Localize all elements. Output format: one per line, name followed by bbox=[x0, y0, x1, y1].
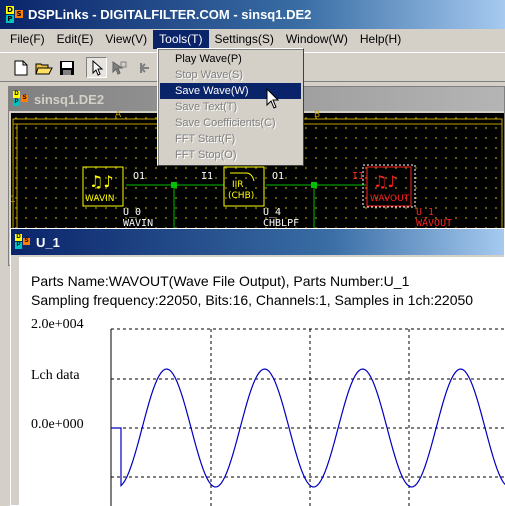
scope-plot-area[interactable]: Parts Name:WAVOUT(Wave File Output), Par… bbox=[19, 257, 505, 506]
dsp-app-icon: D S P bbox=[6, 5, 24, 24]
menu-tools[interactable]: Tools(T) bbox=[153, 29, 209, 49]
wavin-block[interactable]: WAVIN bbox=[83, 167, 123, 206]
scope-doc-icon: D S P bbox=[15, 234, 31, 250]
icon-letter-p: P bbox=[6, 14, 14, 23]
menubar: File(F) Edit(E) View(V) Tools(T) Setting… bbox=[0, 29, 505, 49]
menu-view[interactable]: View(V) bbox=[99, 30, 153, 49]
select-icon bbox=[112, 60, 126, 75]
iir-block[interactable]: IIR (CHB) bbox=[224, 167, 264, 206]
menu-help[interactable]: Help(H) bbox=[354, 30, 407, 49]
menu-file[interactable]: File(F) bbox=[4, 30, 51, 49]
mouse-cursor-icon bbox=[266, 88, 280, 109]
doc-icon-letter-d: D bbox=[13, 91, 20, 98]
scope-window-titlebar[interactable]: D S P U_1 bbox=[11, 229, 504, 255]
wavout-in-port: I1 bbox=[352, 171, 365, 182]
dsp-doc-icon: D S P bbox=[13, 91, 29, 107]
app-titlebar: D S P DSPLinks - DIGITALFILTER.COM - sin… bbox=[0, 0, 505, 29]
menu-fft-stop[interactable]: FFT Stop(O) bbox=[160, 147, 301, 163]
wavout-instance-id: U_1 bbox=[416, 207, 435, 218]
row-label-1: 1 bbox=[10, 195, 16, 205]
menu-fft-start[interactable]: FFT Start(F) bbox=[160, 131, 301, 147]
select-tool-button[interactable] bbox=[108, 57, 129, 78]
scope-icon-letter-d: D bbox=[15, 234, 22, 241]
iir-block-sublabel: (CHB) bbox=[228, 191, 255, 201]
new-icon bbox=[14, 60, 27, 75]
menu-window[interactable]: Window(W) bbox=[280, 30, 354, 49]
pointer-tool-button[interactable] bbox=[86, 57, 107, 78]
scope-icon-letter-p: P bbox=[15, 242, 22, 249]
menu-save-coefficients[interactable]: Save Coefficients(C) bbox=[160, 115, 301, 131]
iir-in-port: I1 bbox=[201, 171, 214, 182]
doc-icon-letter-p: P bbox=[13, 99, 20, 106]
iir-instance-id: U_4 bbox=[263, 207, 282, 218]
open-icon bbox=[34, 63, 53, 74]
scope-window-title: U_1 bbox=[36, 234, 60, 250]
wavin-out-port: O1 bbox=[133, 171, 146, 182]
save-file-button[interactable] bbox=[56, 57, 77, 78]
column-label-a: A bbox=[115, 110, 122, 120]
icon-letter-s: S bbox=[15, 9, 23, 18]
tools-dropdown-menu: Play Wave(P) Stop Wave(S) Save Wave(W) S… bbox=[157, 48, 304, 166]
iir-out-port: O1 bbox=[272, 171, 285, 182]
lch-waveform-line bbox=[111, 368, 505, 488]
save-icon bbox=[59, 60, 74, 75]
new-file-button[interactable] bbox=[10, 57, 31, 78]
zoom-icon bbox=[139, 62, 149, 73]
menu-settings[interactable]: Settings(S) bbox=[209, 30, 280, 49]
scope-window: D S P U_1 Parts Name:WAVOUT(Wave File Ou… bbox=[10, 228, 505, 506]
wavin-instance-id: U_0 bbox=[123, 207, 142, 218]
junction-node-2 bbox=[311, 182, 317, 188]
zoom-tool-button[interactable] bbox=[134, 57, 155, 78]
menu-play-wave[interactable]: Play Wave(P) bbox=[160, 51, 301, 67]
column-label-b: B bbox=[314, 110, 321, 120]
icon-letter-d: D bbox=[6, 5, 14, 14]
wavin-block-label: WAVIN bbox=[85, 194, 115, 204]
scope-icon-letter-s: S bbox=[23, 238, 30, 245]
open-file-button[interactable] bbox=[33, 57, 54, 78]
wavout-block-label: WAVOUT bbox=[370, 194, 410, 204]
menu-stop-wave[interactable]: Stop Wave(S) bbox=[160, 67, 301, 83]
doc-icon-letter-s: S bbox=[21, 95, 28, 102]
pointer-icon bbox=[92, 59, 103, 76]
wavout-block[interactable]: WAVOUT bbox=[367, 167, 411, 206]
waveform-plot bbox=[110, 328, 505, 506]
app-title: DSPLinks - DIGITALFILTER.COM - sinsq1.DE… bbox=[28, 7, 312, 22]
iir-block-label: IIR bbox=[232, 180, 244, 190]
junction-node-1 bbox=[171, 182, 177, 188]
menu-edit[interactable]: Edit(E) bbox=[51, 30, 100, 49]
schematic-window-title: sinsq1.DE2 bbox=[34, 91, 105, 107]
